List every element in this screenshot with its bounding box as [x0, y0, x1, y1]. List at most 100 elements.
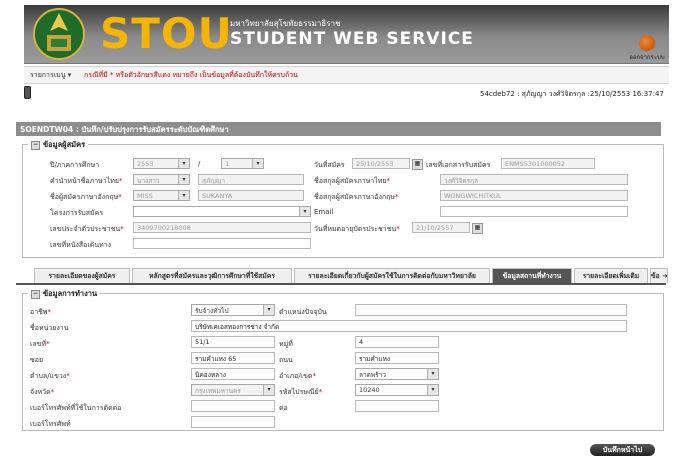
lastname-th-field[interactable]: วงศ์วิจิตรกุล: [440, 174, 628, 185]
soi-field[interactable]: รามคำแหง 65: [191, 352, 275, 364]
subdistrict-label-text: ตำบล/แขวง: [30, 372, 67, 380]
chevron-down-icon: ▾: [178, 191, 189, 200]
chevron-down-icon: ▾: [263, 385, 274, 395]
term-select[interactable]: 1 ▾: [221, 158, 264, 169]
passport-label: เลขที่หนังสือเดินทาง: [50, 241, 112, 249]
province-label-text: จังหวัด: [30, 388, 51, 396]
page-title: SOENDTW04 : บันทึก/ปรับปรุงการรับสมัครระ…: [20, 125, 229, 134]
lastname-en-label: ชื่อสกุลผู้สมัครภาษาอังกฤษ*: [314, 193, 399, 201]
university-logo: [33, 8, 85, 60]
name-en-label: ชื่อผู้สมัครภาษาอังกฤษ*: [50, 193, 122, 201]
apply-date-label: วันที่สมัคร: [314, 161, 345, 169]
header-banner: STOU มหาวิทยาลัยสุโขทัยธรรมาธิราช STUDEN…: [24, 5, 669, 64]
project-label: โครงการรับสมัคร: [50, 209, 104, 217]
app-title: STUDENT WEB SERVICE: [230, 29, 474, 49]
district-value: ลาดพร้าว: [359, 371, 386, 379]
name-en-label-text: ชื่อผู้สมัครภาษาอังกฤษ: [50, 193, 119, 201]
applicant-legend-text: ข้อมูลผู้สมัคร: [43, 140, 86, 149]
soi-label: ซอย: [30, 356, 44, 364]
province-label: จังหวัด*: [30, 388, 55, 396]
tab-bar: รายละเอียดของผู้สมัคร หลักสูตรที่สมัครแล…: [16, 268, 668, 284]
term-select-value: 1: [225, 160, 230, 168]
workplace-label: ชื่อหน่วยงาน: [30, 324, 69, 332]
moo-field[interactable]: 4: [355, 336, 439, 348]
user-session-info: 54cdeb72 : สุภัญญา วงศ์วิจิตรกุล :25/10/…: [480, 90, 664, 98]
subdistrict-field[interactable]: นิคองหลาง: [191, 368, 275, 380]
zipcode-value: 10240: [359, 386, 380, 394]
occupation-label: อาชีพ*: [30, 308, 51, 316]
district-select[interactable]: ลาดพร้าว ▾: [355, 368, 439, 380]
doc-no-field[interactable]: ENMS5301000052: [501, 158, 595, 169]
brand-logo-text: STOU: [100, 9, 233, 58]
submit-button[interactable]: บันทึกหน้าไป: [590, 444, 655, 456]
road-field[interactable]: รามคำแหง: [355, 352, 439, 364]
year-select-value: 2553: [137, 160, 154, 168]
email-field[interactable]: [440, 206, 628, 217]
tab-additional[interactable]: รายละเอียดเพิ่มเติม: [574, 268, 648, 283]
logout-icon[interactable]: [639, 35, 655, 51]
lastname-en-field[interactable]: WONGWICHITKUL: [440, 190, 628, 201]
province-select[interactable]: กรุงเทพมหานคร ▾: [191, 384, 275, 396]
chevron-down-icon: ▾: [178, 159, 189, 168]
chevron-down-icon: ▾: [299, 207, 310, 216]
contact-phone-label: เบอร์โทรศัพท์ที่ใช้ในการติดต่อ: [30, 404, 122, 412]
title-th-value: นางสาว: [137, 177, 160, 185]
collapse-icon[interactable]: −: [31, 140, 40, 150]
occupation-label-text: อาชีพ: [30, 308, 48, 316]
year-select[interactable]: 2553 ▾: [133, 158, 190, 169]
mobile-field[interactable]: [191, 416, 275, 428]
menu-dropdown[interactable]: รายการเมนู ▾: [30, 70, 71, 81]
id-card-label-text: เลขประจำตัวประชาชน: [50, 225, 121, 233]
ext-field[interactable]: [355, 400, 439, 412]
district-label: อำเภอ/เขต*: [279, 372, 316, 380]
address-no-label-text: เลขที่: [30, 340, 47, 348]
logout-button[interactable]: ออกจากระบบ: [629, 35, 665, 62]
ext-label: ต่อ: [279, 404, 288, 412]
tab-workplace[interactable]: ข้อมูลสถานที่ทำงาน: [492, 268, 572, 283]
page-title-bar: SOENDTW04 : บันทึก/ปรับปรุงการรับสมัครระ…: [16, 122, 661, 136]
calendar-icon[interactable]: ▦: [412, 159, 423, 170]
address-no-field[interactable]: 51/1: [191, 336, 275, 348]
title-en-value: MISS: [137, 192, 153, 200]
project-select[interactable]: ▾: [133, 206, 311, 217]
position-label: ตำแหน่งปัจจุบัน: [279, 308, 327, 316]
occupation-value: รับจ้างทั่วไป: [195, 307, 229, 315]
firstname-en-field[interactable]: SUKANYA: [198, 190, 304, 201]
slash-separator: /: [198, 160, 201, 168]
chevron-down-icon: ▾: [427, 385, 438, 395]
chevron-down-icon: ▾: [252, 159, 263, 168]
title-th-select[interactable]: นางสาว ▾: [133, 174, 190, 185]
id-card-field[interactable]: 3409700218008: [133, 222, 311, 233]
position-field[interactable]: [355, 304, 627, 316]
id-expire-field[interactable]: 21/10/2557: [412, 222, 470, 233]
lastname-th-label: ชื่อสกุลผู้สมัครภาษาไทย*: [314, 177, 391, 185]
occupation-select[interactable]: รับจ้างทั่วไป ▾: [191, 304, 275, 316]
doc-no-label: เลขที่เอกสารรับสมัคร: [426, 161, 491, 169]
id-expire-label: วันที่หมดอายุบัตรประชาชน*: [314, 225, 400, 233]
moo-label: หมู่ที่: [279, 340, 293, 348]
id-expire-label-text: วันที่หมดอายุบัตรประชาชน: [314, 225, 397, 233]
road-label: ถนน: [279, 356, 293, 364]
zipcode-label-text: รหัสไปรษณีย์: [279, 388, 319, 396]
collapse-icon[interactable]: −: [31, 289, 40, 299]
zipcode-select[interactable]: 10240 ▾: [355, 384, 439, 396]
workplace-field[interactable]: บริษัทเคเอสทองการช่าง จำกัด: [191, 320, 627, 332]
tab-applicant-details[interactable]: รายละเอียดของผู้สมัคร: [34, 268, 130, 283]
year-term-label: ปี/ภาคการศึกษา: [50, 161, 100, 169]
calendar-icon[interactable]: ▦: [472, 223, 483, 234]
id-card-label: เลขประจำตัวประชาชน*: [50, 225, 124, 233]
tab-contact-details[interactable]: รายละเอียดเกี่ยวกับผู้สมัครใช้ในการติดต่…: [294, 268, 490, 283]
applicant-legend: − ข้อมูลผู้สมัคร: [28, 139, 89, 151]
tab-scroll-next[interactable]: ข้อ ➜: [650, 268, 668, 283]
apply-date-field[interactable]: 25/10/2553: [352, 158, 410, 169]
title-en-select[interactable]: MISS ▾: [133, 190, 190, 201]
lastname-en-label-text: ชื่อสกุลผู้สมัครภาษาอังกฤษ: [314, 193, 395, 201]
logout-label[interactable]: ออกจากระบบ: [629, 52, 665, 62]
contact-phone-field[interactable]: [191, 400, 275, 412]
chevron-down-icon: ▾: [263, 305, 274, 315]
panel-toggle-handle[interactable]: [24, 86, 31, 99]
lastname-th-label-text: ชื่อสกุลผู้สมัครภาษาไทย: [314, 177, 387, 185]
passport-field[interactable]: [133, 238, 311, 249]
firstname-th-field[interactable]: สุภัญญา: [198, 174, 304, 185]
tab-curriculum[interactable]: หลักสูตรที่สมัครและวุฒิการศึกษาที่ใช้สมั…: [132, 268, 292, 283]
